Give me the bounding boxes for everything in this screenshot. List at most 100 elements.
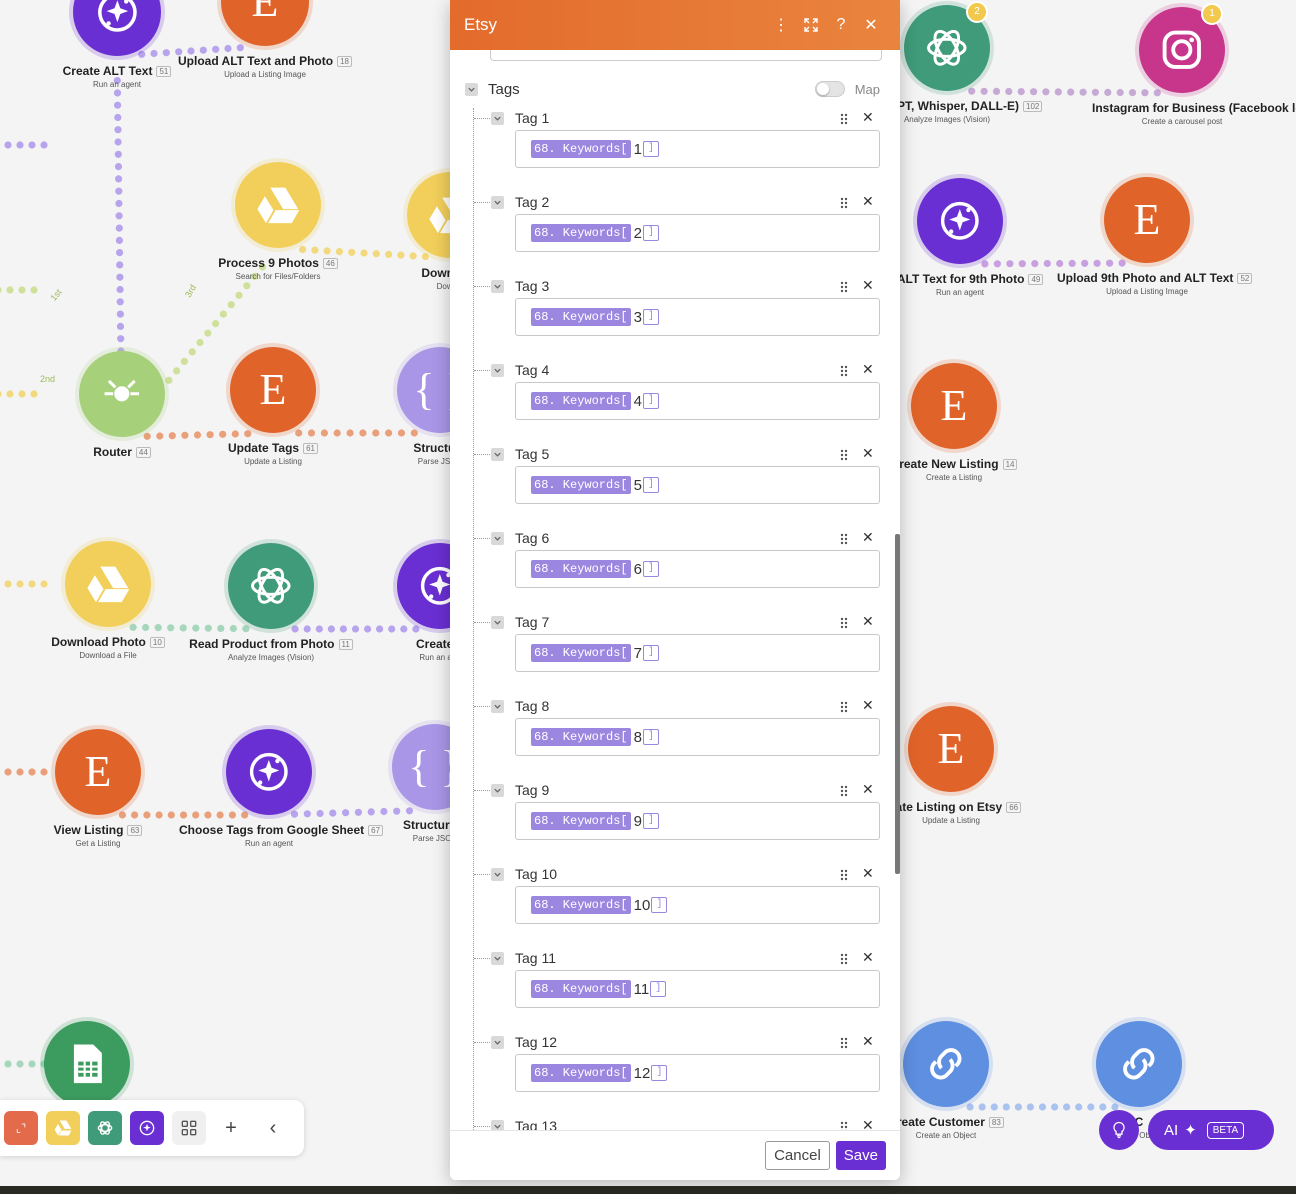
tag-input[interactable]: 68. Keywords[8]	[515, 718, 880, 756]
tag-input[interactable]: 68. Keywords[10]	[515, 886, 880, 924]
hint-bulb-button[interactable]	[1099, 1110, 1139, 1150]
more-icon[interactable]: ⋮	[766, 15, 796, 35]
module-sheets[interactable]	[0, 1021, 177, 1107]
map-toggle[interactable]	[814, 81, 845, 97]
agent-icon[interactable]	[130, 1111, 164, 1145]
tag-input[interactable]: 68. Keywords[3]	[515, 298, 880, 336]
drag-handle-icon[interactable]	[838, 785, 850, 797]
keywords-pill[interactable]: 68. Keywords[	[531, 560, 631, 578]
module-process9[interactable]: Process 9 Photos 46 Search for Files/Folde…	[188, 162, 368, 281]
module-instagram[interactable]: 1 Instagram for Business (Facebook login)…	[1092, 3, 1296, 126]
tag-input[interactable]: 68. Keywords[5]	[515, 466, 880, 504]
chevron-left-icon[interactable]: ‹	[256, 1111, 290, 1145]
keywords-pill[interactable]: 68. Keywords[	[531, 980, 631, 998]
help-icon[interactable]: ?	[826, 16, 856, 34]
keywords-pill[interactable]: 68. Keywords[	[531, 644, 631, 662]
drag-handle-icon[interactable]	[838, 869, 850, 881]
module-choose-tags[interactable]: Choose Tags from Google Sheet 67 Run an ag…	[179, 729, 384, 848]
drag-handle-icon[interactable]	[838, 1121, 850, 1130]
drag-handle-icon[interactable]	[838, 281, 850, 293]
remove-tag-icon[interactable]: ✕	[862, 361, 874, 378]
drag-handle-icon[interactable]	[838, 701, 850, 713]
tag-collapse-toggle[interactable]	[491, 448, 504, 461]
tag-collapse-toggle[interactable]	[491, 616, 504, 629]
tag-collapse-toggle[interactable]	[491, 868, 504, 881]
keywords-pill[interactable]: 68. Keywords[	[531, 308, 631, 326]
tag-collapse-toggle[interactable]	[491, 112, 504, 125]
tag-collapse-toggle[interactable]	[491, 196, 504, 209]
keywords-pill[interactable]: 68. Keywords[	[531, 224, 631, 242]
bracket-pill[interactable]: ]	[650, 981, 667, 997]
module-download-photo[interactable]: Download Photo 10 Download a File	[18, 541, 198, 660]
remove-tag-icon[interactable]: ✕	[862, 529, 874, 546]
module-update-tags[interactable]: E Update Tags 61 Update a Listing	[183, 347, 363, 466]
keywords-pill[interactable]: 68. Keywords[	[531, 476, 631, 494]
tag-collapse-toggle[interactable]	[491, 280, 504, 293]
bracket-pill[interactable]: ]	[642, 225, 659, 241]
tag-input[interactable]: 68. Keywords[7]	[515, 634, 880, 672]
remove-tag-icon[interactable]: ✕	[862, 277, 874, 294]
tag-input[interactable]: 68. Keywords[4]	[515, 382, 880, 420]
remove-tag-icon[interactable]: ✕	[862, 613, 874, 630]
remove-tag-icon[interactable]: ✕	[862, 193, 874, 210]
grid-icon[interactable]	[172, 1111, 206, 1145]
remove-tag-icon[interactable]: ✕	[862, 865, 874, 882]
keywords-pill[interactable]: 68. Keywords[	[531, 896, 631, 914]
drag-handle-icon[interactable]	[838, 197, 850, 209]
tag-input[interactable]: 68. Keywords[12]	[515, 1054, 880, 1092]
save-button[interactable]: Save	[835, 1141, 886, 1170]
keywords-pill[interactable]: 68. Keywords[	[531, 140, 631, 158]
bracket-pill[interactable]: ]	[651, 1065, 668, 1081]
remove-tag-icon[interactable]: ✕	[862, 697, 874, 714]
tag-collapse-toggle[interactable]	[491, 1120, 504, 1130]
module-upload-alt[interactable]: E Upload ALT Text and Photo 18 Upload a Lis…	[175, 0, 355, 79]
keywords-pill[interactable]: 68. Keywords[	[531, 392, 631, 410]
bracket-pill[interactable]: ]	[642, 309, 659, 325]
ai-assistant-button[interactable]: AI ✦ BETA	[1148, 1110, 1274, 1150]
gdrive-icon[interactable]	[46, 1111, 80, 1145]
remove-tag-icon[interactable]: ✕	[862, 1033, 874, 1050]
remove-tag-icon[interactable]: ✕	[862, 445, 874, 462]
tag-input[interactable]: 68. Keywords[9]	[515, 802, 880, 840]
remove-tag-icon[interactable]: ✕	[862, 781, 874, 798]
bracket-pill[interactable]: ]	[651, 897, 668, 913]
bracket-pill[interactable]: ]	[642, 645, 659, 661]
expand-icon[interactable]	[796, 17, 826, 33]
remove-tag-icon[interactable]: ✕	[862, 949, 874, 966]
bracket-pill[interactable]: ]	[642, 561, 659, 577]
tag-collapse-toggle[interactable]	[491, 1036, 504, 1049]
openai-icon[interactable]	[88, 1111, 122, 1145]
bracket-pill[interactable]: ]	[642, 477, 659, 493]
bracket-pill[interactable]: ]	[642, 813, 659, 829]
module-view-listing[interactable]: E View Listing 63 Get a Listing	[8, 729, 188, 848]
tag-input[interactable]: 68. Keywords[11]	[515, 970, 880, 1008]
drag-handle-icon[interactable]	[838, 1037, 850, 1049]
tag-collapse-toggle[interactable]	[491, 532, 504, 545]
tag-collapse-toggle[interactable]	[491, 364, 504, 377]
tag-collapse-toggle[interactable]	[491, 700, 504, 713]
plus-icon[interactable]: +	[214, 1111, 248, 1145]
panel-scrollbar[interactable]	[895, 534, 900, 874]
cancel-button[interactable]: Cancel	[765, 1141, 830, 1170]
remove-tag-icon[interactable]: ✕	[862, 1117, 874, 1130]
drag-handle-icon[interactable]	[838, 953, 850, 965]
drag-handle-icon[interactable]	[838, 113, 850, 125]
tag-collapse-toggle[interactable]	[491, 784, 504, 797]
tag-input[interactable]: 68. Keywords[1]	[515, 130, 880, 168]
bracket-pill[interactable]: ]	[642, 393, 659, 409]
keywords-pill[interactable]: 68. Keywords[	[531, 812, 631, 830]
bracket-pill[interactable]: ]	[642, 729, 659, 745]
previous-field[interactable]	[490, 50, 882, 61]
module-read-product[interactable]: Read Product from Photo 11 Analyze Images …	[181, 543, 361, 662]
tags-collapse-toggle[interactable]	[465, 82, 478, 96]
tag-input[interactable]: 68. Keywords[6]	[515, 550, 880, 588]
drag-handle-icon[interactable]	[838, 617, 850, 629]
explicit-icon[interactable]: ⌞⌝	[4, 1111, 38, 1145]
drag-handle-icon[interactable]	[838, 365, 850, 377]
bracket-pill[interactable]: ]	[642, 141, 659, 157]
module-upload9[interactable]: E Upload 9th Photo and ALT Text 52 Upload a…	[1057, 177, 1253, 296]
remove-tag-icon[interactable]: ✕	[862, 109, 874, 126]
panel-body[interactable]: Tags Map Tag 1 ✕ 68. Keywords[1] Tag 2 ✕ 68. …	[450, 50, 900, 1130]
drag-handle-icon[interactable]	[838, 533, 850, 545]
keywords-pill[interactable]: 68. Keywords[	[531, 1064, 631, 1082]
